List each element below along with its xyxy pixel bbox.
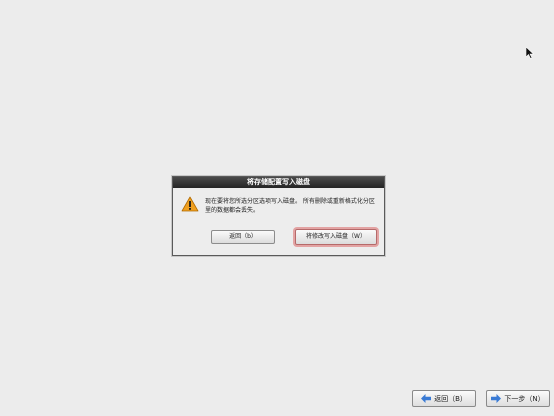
installer-screen: 将存储配置写入磁盘 现在要将您所选分区选项写入磁盘。 所有删除或重新格式化分区里… (0, 0, 554, 416)
dialog-title: 将存储配置写入磁盘 (173, 177, 384, 188)
nav-next-label: 下一步（N） (504, 394, 545, 403)
write-to-disk-button[interactable]: 将修改写入磁盘（W） (295, 229, 377, 245)
arrow-right-icon (491, 394, 502, 403)
nav-back-button[interactable]: 返回（B） (412, 390, 476, 407)
write-changes-dialog: 将存储配置写入磁盘 现在要将您所选分区选项写入磁盘。 所有删除或重新格式化分区里… (172, 176, 385, 256)
warning-icon (181, 196, 199, 212)
mouse-pointer-icon (526, 47, 534, 59)
nav-next-button[interactable]: 下一步（N） (486, 390, 550, 407)
dialog-body: 现在要将您所选分区选项写入磁盘。 所有删除或重新格式化分区里的数据都会丢失。 返… (173, 188, 384, 255)
arrow-left-icon (421, 394, 432, 403)
dialog-message: 现在要将您所选分区选项写入磁盘。 所有删除或重新格式化分区里的数据都会丢失。 (205, 198, 375, 214)
nav-back-label: 返回（B） (434, 394, 467, 403)
back-button[interactable]: 返回（b） (211, 230, 275, 244)
